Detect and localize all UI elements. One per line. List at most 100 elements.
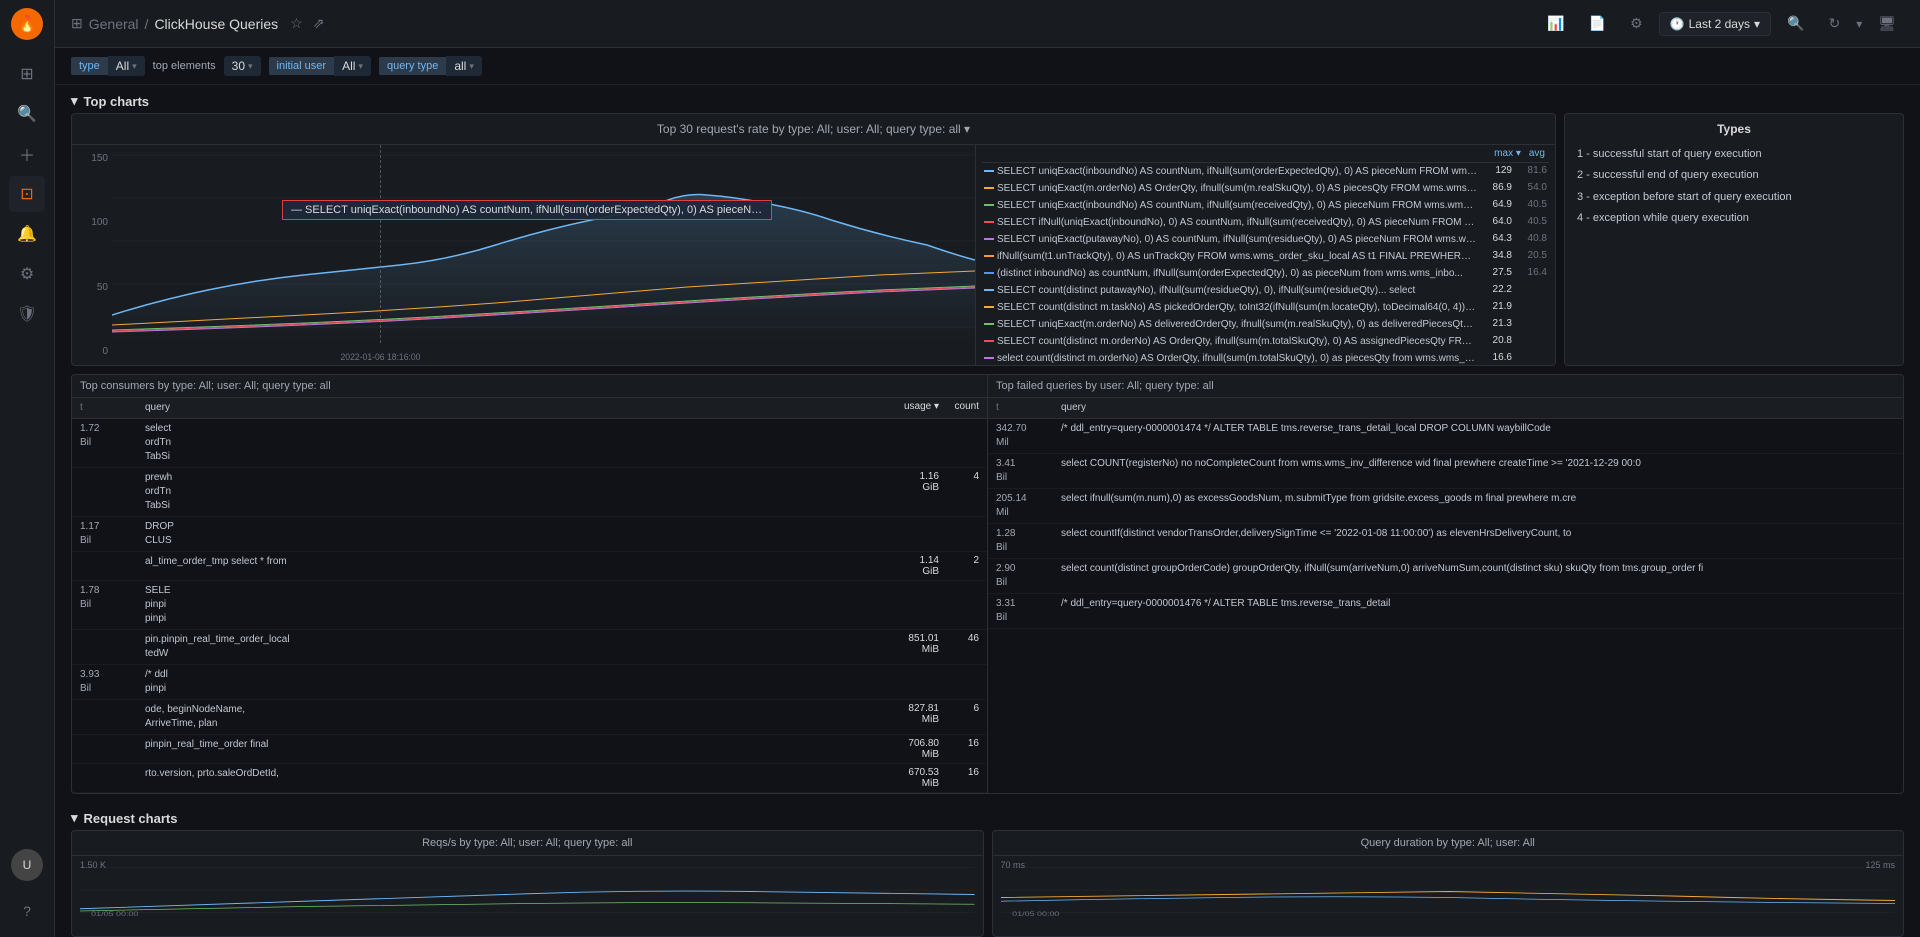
chart-view-btn[interactable]: 📊	[1539, 11, 1572, 36]
duration-chart-area[interactable]: 70 ms 125 ms 01/05 00:00	[993, 856, 1904, 936]
app-logo[interactable]: 🔥	[11, 8, 43, 40]
header-actions: 📊 📄 ⚙ 🕐 Last 2 days ▾ 🔍 ↻ ▾ 🖥	[1539, 11, 1904, 36]
cell-count	[939, 520, 979, 548]
table-row[interactable]: rto.version, prto.saleOrdDetId, 670.53Mi…	[72, 764, 987, 793]
table-row[interactable]: pinpin_real_time_order final 706.80MiB 1…	[72, 735, 987, 764]
table-row[interactable]: 1.78Bil SELEpinpipinpi	[72, 581, 987, 630]
reqs-chart-title: Reqs/s by type: All; user: All; query ty…	[72, 831, 983, 856]
legend-item-1[interactable]: SELECT uniqExact(m.orderNo) AS OrderQty,…	[982, 180, 1549, 197]
breadcrumb-section[interactable]: General	[89, 16, 139, 32]
legend-item-10[interactable]: SELECT count(distinct m.orderNo) AS Orde…	[982, 333, 1549, 350]
right-col-query[interactable]: query	[1061, 401, 1895, 415]
sidebar-icon-alert[interactable]: 🔔	[9, 216, 45, 252]
reqs-chart-area[interactable]: 1.50 K 01/05 00:00	[72, 856, 983, 936]
monitor-btn[interactable]: 🖥	[1870, 11, 1904, 36]
request-charts-section: Reqs/s by type: All; user: All; query ty…	[55, 830, 1920, 937]
legend-avg-4: 40.8	[1515, 233, 1547, 244]
table-row[interactable]: 3.41Bil select COUNT(registerNo) no noCo…	[988, 454, 1903, 489]
request-charts-section-header[interactable]: ▾ Request charts	[55, 802, 1920, 830]
chart-y-axis: 150 100 50 0	[72, 145, 112, 365]
cell-count	[939, 584, 979, 626]
grid-icon: ⊞	[71, 15, 83, 32]
filter-query-type-label: query type	[379, 57, 446, 75]
legend-item-9[interactable]: SELECT uniqExact(m.orderNo) AS delivered…	[982, 316, 1549, 333]
filter-top-elements[interactable]: 30 ▾	[224, 56, 261, 76]
type-item-3: 4 - exception while query execution	[1577, 208, 1891, 229]
left-col-t[interactable]: t	[80, 401, 145, 415]
cell-count: 6	[939, 703, 979, 731]
legend-item-11[interactable]: select count(distinct m.orderNo) AS Orde…	[982, 350, 1549, 365]
chart-title[interactable]: Top 30 request's rate by type: All; user…	[72, 114, 1555, 145]
left-table-cols: t query usage ▾ count	[72, 398, 987, 419]
legend-max-5: 34.8	[1480, 250, 1512, 261]
sidebar-icon-grid[interactable]: ⊞	[9, 56, 45, 92]
legend-max-sort[interactable]: max ▾	[1494, 148, 1521, 159]
table-row[interactable]: pin.pinpin_real_time_order_localtedW 851…	[72, 630, 987, 665]
legend-avg-2: 40.5	[1515, 199, 1547, 210]
legend-item-3[interactable]: SELECT ifNull(uniqExact(inboundNo), 0) A…	[982, 214, 1549, 231]
chevron-down-icon: ▾	[1754, 17, 1760, 31]
table-row[interactable]: 1.17Bil DROPCLUS	[72, 517, 987, 552]
sidebar-icon-shield[interactable]: 🛡	[9, 296, 45, 332]
zoom-btn[interactable]: 🔍	[1779, 11, 1812, 36]
cell-t	[80, 703, 145, 731]
filter-initial-user[interactable]: initial user All ▾	[269, 56, 371, 76]
table-row[interactable]: prewhordTnTabSi 1.16GiB 4	[72, 468, 987, 517]
top-elements-label: top elements	[153, 60, 216, 72]
filter-type[interactable]: type All ▾	[71, 56, 145, 76]
cell-query: pinpin_real_time_order final	[145, 738, 869, 760]
legend-item-6[interactable]: (distinct inboundNo) as countNum, ifNull…	[982, 265, 1549, 282]
left-col-count[interactable]: count	[939, 401, 979, 415]
refresh-btn[interactable]: ↻	[1820, 11, 1848, 36]
top-chart-row: Top 30 request's rate by type: All; user…	[71, 113, 1904, 366]
left-col-usage[interactable]: usage ▾	[869, 401, 939, 415]
cell-usage: 1.16GiB	[869, 471, 939, 513]
user-avatar[interactable]: U	[11, 849, 43, 881]
table-row[interactable]: 3.31Bil /* ddl_entry=query-0000001476 */…	[988, 594, 1903, 629]
table-row[interactable]: al_time_order_tmp select * from 1.14GiB …	[72, 552, 987, 581]
legend-max-9: 21.3	[1480, 318, 1512, 329]
legend-avg-sort[interactable]: avg	[1529, 148, 1545, 159]
table-row[interactable]: 205.14Mil select ifnull(sum(m.num),0) as…	[988, 489, 1903, 524]
legend-item-7[interactable]: SELECT count(distinct putawayNo), ifNull…	[982, 282, 1549, 299]
star-icon[interactable]: ☆	[290, 15, 303, 32]
legend-item-2[interactable]: SELECT uniqExact(inboundNo) AS countNum,…	[982, 197, 1549, 214]
doc-btn[interactable]: 📄	[1581, 11, 1614, 36]
cell-query: SELEpinpipinpi	[145, 584, 869, 626]
filter-initial-user-label: initial user	[269, 57, 335, 75]
table-row[interactable]: 342.70Mil /* ddl_entry=query-0000001474 …	[988, 419, 1903, 454]
sidebar-icon-add[interactable]: ＋	[9, 136, 45, 172]
filter-query-type-value[interactable]: all ▾	[446, 56, 482, 76]
legend-max-1: 86.9	[1480, 182, 1512, 193]
right-col-t[interactable]: t	[996, 401, 1061, 415]
time-range-picker[interactable]: 🕐 Last 2 days ▾	[1659, 12, 1771, 36]
chart-canvas[interactable]: 2022-01-06 18:16:00 — SELECT uniqExact(i…	[112, 145, 975, 365]
table-row[interactable]: 2.90Bil select count(distinct groupOrder…	[988, 559, 1903, 594]
share-icon[interactable]: ⇗	[313, 15, 325, 32]
filter-initial-user-value[interactable]: All ▾	[334, 56, 371, 76]
settings-btn[interactable]: ⚙	[1622, 11, 1651, 36]
legend-item-0[interactable]: SELECT uniqExact(inboundNo) AS countNum,…	[982, 163, 1549, 180]
refresh-chevron[interactable]: ▾	[1856, 17, 1862, 31]
left-col-query[interactable]: query	[145, 401, 869, 415]
filter-bar: type All ▾ top elements 30 ▾ initial use…	[55, 48, 1920, 85]
cell-usage	[869, 520, 939, 548]
table-row[interactable]: 1.28Bil select countIf(distinct vendorTr…	[988, 524, 1903, 559]
cell-query: /* ddl_entry=query-0000001474 */ ALTER T…	[1061, 422, 1895, 450]
sidebar-icon-search[interactable]: 🔍	[9, 96, 45, 132]
legend-item-5[interactable]: ifNull(sum(t1.unTrackQty), 0) AS unTrack…	[982, 248, 1549, 265]
filter-top-elements-value[interactable]: 30 ▾	[224, 56, 261, 76]
filter-type-value[interactable]: All ▾	[108, 56, 145, 76]
legend-item-8[interactable]: SELECT count(distinct m.taskNo) AS picke…	[982, 299, 1549, 316]
breadcrumb-page[interactable]: ClickHouse Queries	[154, 16, 278, 32]
help-icon[interactable]: ?	[9, 893, 45, 929]
filter-query-type[interactable]: query type all ▾	[379, 56, 482, 76]
sidebar-icon-settings[interactable]: ⚙	[9, 256, 45, 292]
sidebar-icon-dashboard[interactable]: ⊡	[9, 176, 45, 212]
table-row[interactable]: ode, beginNodeName,ArriveTime, plan 827.…	[72, 700, 987, 735]
legend-item-4[interactable]: SELECT uniqExact(putawayNo), 0) AS count…	[982, 231, 1549, 248]
cell-usage	[869, 422, 939, 464]
top-charts-section-header[interactable]: ▾ Top charts	[55, 85, 1920, 113]
table-row[interactable]: 1.72 Bil selectordTnTabSi	[72, 419, 987, 468]
table-row[interactable]: 3.93Bil /* ddlpinpi	[72, 665, 987, 700]
